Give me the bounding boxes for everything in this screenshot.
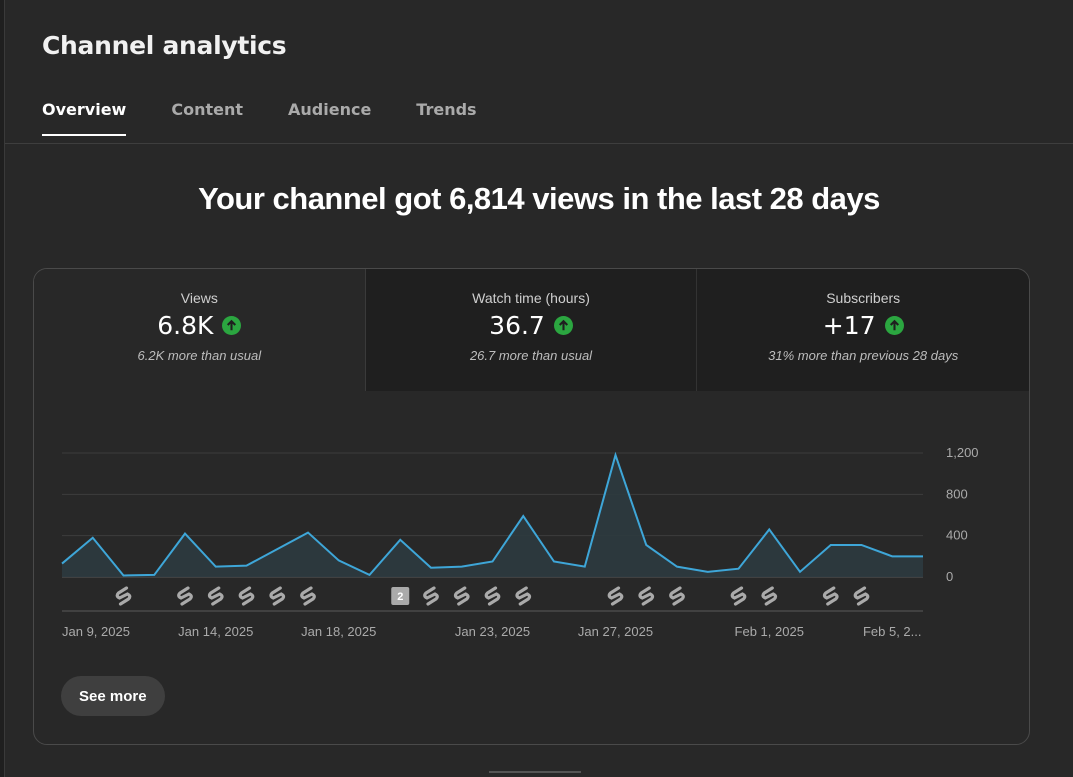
x-tick-label: Jan 14, 2025 [178,624,253,639]
metric-note: 6.2K more than usual [137,348,262,363]
shorts-icon [453,586,470,606]
y-tick-label: 1,200 [946,445,979,460]
shorts-icon [730,586,747,606]
upload-count-label: 2 [397,591,403,603]
metric-value: 6.8K [157,311,214,340]
shorts-icon [853,586,870,606]
shorts-icon [669,586,685,606]
tab-content[interactable]: Content [171,100,243,135]
metric-watch-time[interactable]: Watch time (hours) 36.7 26.7 more than u… [365,269,698,391]
metric-value: 36.7 [489,311,545,340]
shorts-icon [115,586,132,606]
shorts-icon [207,586,224,606]
shorts-icon [484,586,501,606]
shorts-icon [423,586,439,606]
trend-up-icon [222,316,242,335]
y-tick-label: 800 [946,486,968,501]
metric-note: 31% more than previous 28 days [768,348,959,363]
tabs-divider [5,143,1073,144]
metric-label: Subscribers [826,290,901,306]
views-area [62,455,923,577]
metric-label: Views [180,290,218,306]
metric-value-row: +17 [697,311,1029,340]
shorts-icon [238,586,255,606]
shorts-icon [607,586,624,606]
x-tick-label: Jan 27, 2025 [578,624,653,639]
metric-tabs: Views 6.8K 6.2K more than usual Watch ti… [34,269,1029,391]
metric-value-row: 36.7 [366,311,697,340]
shorts-icon [822,586,839,606]
tab-trends[interactable]: Trends [416,100,476,135]
y-tick-label: 400 [946,528,968,543]
trend-up-icon [553,316,573,335]
metric-label: Watch time (hours) [472,290,590,306]
analytics-panel: Channel analytics Overview Content Audie… [4,0,1073,777]
y-tick-label: 0 [946,569,953,584]
metric-subscribers[interactable]: Subscribers +17 31% more than previous 2… [697,269,1029,391]
metric-value: +17 [822,311,876,340]
shorts-icon [515,586,532,606]
x-tick-label: Feb 5, 2... [863,624,922,639]
views-chart[interactable]: 1,200 800 400 0 2 Jan 9, 2025 Jan 14, 2025 Jan … [34,391,1030,666]
scroll-indicator [489,771,581,773]
shorts-icon [269,586,286,606]
summary-headline: Your channel got 6,814 views in the last… [198,181,880,216]
x-tick-label: Jan 18, 2025 [301,624,376,639]
shorts-icon [177,586,193,606]
metric-note: 26.7 more than usual [469,348,593,363]
x-tick-label: Jan 9, 2025 [62,624,130,639]
x-tick-label: Feb 1, 2025 [735,624,804,639]
metric-value-row: 6.8K [34,311,365,340]
tab-audience[interactable]: Audience [288,100,371,135]
see-more-button[interactable]: See more [61,676,165,716]
tab-bar: Overview Content Audience Trends [42,100,522,136]
tab-overview[interactable]: Overview [42,100,127,136]
x-tick-label: Jan 23, 2025 [455,624,530,639]
shorts-icon [300,586,316,606]
overview-card: Views 6.8K 6.2K more than usual Watch ti… [33,268,1030,745]
shorts-icon [761,586,778,606]
trend-up-icon [884,316,904,335]
shorts-icon [638,586,655,606]
metric-views[interactable]: Views 6.8K 6.2K more than usual [34,269,366,391]
page-title: Channel analytics [42,31,287,60]
